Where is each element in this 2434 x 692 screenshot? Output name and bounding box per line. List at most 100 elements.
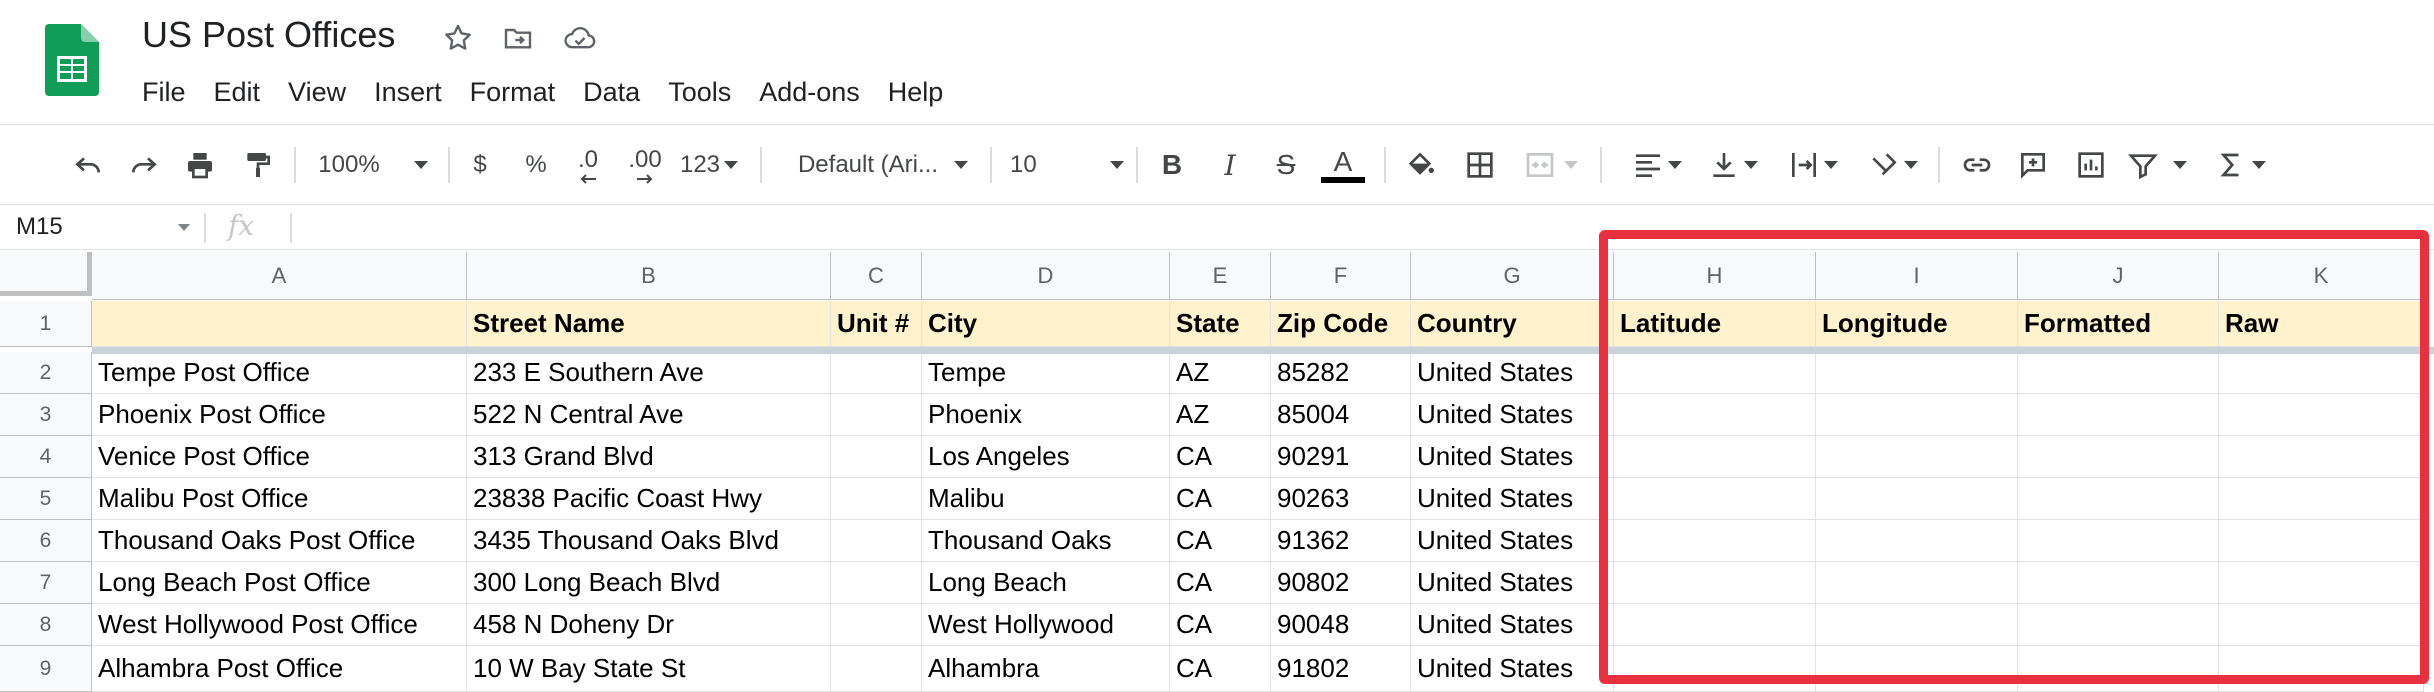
cell-b3[interactable]: 522 N Central Ave — [467, 394, 831, 436]
filter-icon[interactable] — [2124, 141, 2190, 189]
cell-c5[interactable] — [831, 478, 922, 520]
print-icon[interactable] — [178, 141, 222, 189]
font-family-select[interactable]: Default (Ari... — [790, 141, 976, 189]
cell-e9[interactable]: CA — [1170, 646, 1271, 692]
insert-chart-icon[interactable] — [2068, 141, 2114, 189]
menu-insert[interactable]: Insert — [360, 72, 456, 112]
cell-e3[interactable]: AZ — [1170, 394, 1271, 436]
move-to-folder-icon[interactable] — [500, 20, 536, 56]
currency-format-button[interactable]: $ — [462, 141, 498, 189]
column-header-e[interactable]: E — [1170, 252, 1271, 300]
cell-e7[interactable]: CA — [1170, 562, 1271, 604]
cell-a2[interactable]: Tempe Post Office — [92, 352, 467, 394]
cell-k1[interactable]: Raw — [2219, 301, 2424, 347]
spreadsheet-grid[interactable]: A B C D E F G H I J K 1 Street Name Unit # City State Zi… — [0, 252, 2434, 692]
cell-c8[interactable] — [831, 604, 922, 646]
document-title[interactable]: US Post Offices — [142, 14, 395, 56]
cell-i8[interactable] — [1816, 604, 2018, 646]
cell-g1[interactable]: Country — [1411, 301, 1614, 347]
cell-d1[interactable]: City — [922, 301, 1170, 347]
name-box-dropdown-icon[interactable] — [178, 224, 190, 231]
cell-d5[interactable]: Malibu — [922, 478, 1170, 520]
cell-a8[interactable]: West Hollywood Post Office — [92, 604, 467, 646]
cell-k6[interactable] — [2219, 520, 2424, 562]
cell-b1[interactable]: Street Name — [467, 301, 831, 347]
cell-g5[interactable]: United States — [1411, 478, 1614, 520]
zoom-select[interactable]: 100% — [312, 141, 434, 189]
cell-g4[interactable]: United States — [1411, 436, 1614, 478]
cell-i5[interactable] — [1816, 478, 2018, 520]
column-header-i[interactable]: I — [1816, 252, 2018, 300]
cell-h3[interactable] — [1614, 394, 1816, 436]
paint-format-icon[interactable] — [236, 141, 280, 189]
cell-d4[interactable]: Los Angeles — [922, 436, 1170, 478]
cell-b6[interactable]: 3435 Thousand Oaks Blvd — [467, 520, 831, 562]
cell-e4[interactable]: CA — [1170, 436, 1271, 478]
cell-e2[interactable]: AZ — [1170, 352, 1271, 394]
cell-e5[interactable]: CA — [1170, 478, 1271, 520]
cell-i1[interactable]: Longitude — [1816, 301, 2018, 347]
star-icon[interactable] — [440, 20, 476, 56]
cell-f7[interactable]: 90802 — [1271, 562, 1411, 604]
cell-a6[interactable]: Thousand Oaks Post Office — [92, 520, 467, 562]
percent-format-button[interactable]: % — [516, 141, 556, 189]
merge-cells-icon[interactable] — [1516, 141, 1584, 189]
vertical-align-icon[interactable] — [1702, 141, 1764, 189]
cell-b9[interactable]: 10 W Bay State St — [467, 646, 831, 692]
functions-icon[interactable] — [2210, 141, 2272, 189]
cell-j2[interactable] — [2018, 352, 2219, 394]
cell-h7[interactable] — [1614, 562, 1816, 604]
cell-a3[interactable]: Phoenix Post Office — [92, 394, 467, 436]
cell-g9[interactable]: United States — [1411, 646, 1614, 692]
bold-button[interactable]: B — [1152, 141, 1192, 189]
cell-a4[interactable]: Venice Post Office — [92, 436, 467, 478]
menu-help[interactable]: Help — [874, 72, 958, 112]
row-header-7[interactable]: 7 — [0, 562, 92, 604]
column-header-c[interactable]: C — [831, 252, 922, 300]
cell-j6[interactable] — [2018, 520, 2219, 562]
strikethrough-button[interactable]: S — [1266, 141, 1306, 189]
cell-h1[interactable]: Latitude — [1614, 301, 1816, 347]
cell-j1[interactable]: Formatted — [2018, 301, 2219, 347]
cell-d7[interactable]: Long Beach — [922, 562, 1170, 604]
column-header-b[interactable]: B — [467, 252, 831, 300]
cell-d9[interactable]: Alhambra — [922, 646, 1170, 692]
cell-i6[interactable] — [1816, 520, 2018, 562]
menu-edit[interactable]: Edit — [200, 72, 275, 112]
row-header-5[interactable]: 5 — [0, 478, 92, 520]
cell-j3[interactable] — [2018, 394, 2219, 436]
cell-g3[interactable]: United States — [1411, 394, 1614, 436]
cell-j9[interactable] — [2018, 646, 2219, 692]
row-header-6[interactable]: 6 — [0, 520, 92, 562]
menu-tools[interactable]: Tools — [654, 72, 745, 112]
row-header-9[interactable]: 9 — [0, 646, 92, 692]
cell-a5[interactable]: Malibu Post Office — [92, 478, 467, 520]
cell-h2[interactable] — [1614, 352, 1816, 394]
cell-j7[interactable] — [2018, 562, 2219, 604]
cell-c3[interactable] — [831, 394, 922, 436]
cloud-saved-icon[interactable] — [562, 20, 598, 56]
cell-i2[interactable] — [1816, 352, 2018, 394]
cell-b2[interactable]: 233 E Southern Ave — [467, 352, 831, 394]
italic-button[interactable]: I — [1210, 141, 1250, 189]
fill-color-icon[interactable] — [1398, 141, 1442, 189]
cell-d3[interactable]: Phoenix — [922, 394, 1170, 436]
cell-a9[interactable]: Alhambra Post Office — [92, 646, 467, 692]
cell-h4[interactable] — [1614, 436, 1816, 478]
cell-g7[interactable]: United States — [1411, 562, 1614, 604]
insert-link-icon[interactable] — [1954, 141, 2000, 189]
name-box[interactable]: M15 — [0, 205, 196, 249]
cell-d8[interactable]: West Hollywood — [922, 604, 1170, 646]
cell-k4[interactable] — [2219, 436, 2424, 478]
cell-j4[interactable] — [2018, 436, 2219, 478]
text-wrapping-icon[interactable] — [1782, 141, 1844, 189]
text-color-button[interactable]: A — [1320, 141, 1366, 189]
cell-e6[interactable]: CA — [1170, 520, 1271, 562]
sheets-logo-icon[interactable] — [45, 24, 99, 96]
decrease-decimal-button[interactable]: .0 — [568, 141, 608, 189]
undo-icon[interactable] — [66, 141, 110, 189]
cell-h5[interactable] — [1614, 478, 1816, 520]
cell-c6[interactable] — [831, 520, 922, 562]
row-header-1[interactable]: 1 — [0, 301, 92, 347]
cell-g2[interactable]: United States — [1411, 352, 1614, 394]
